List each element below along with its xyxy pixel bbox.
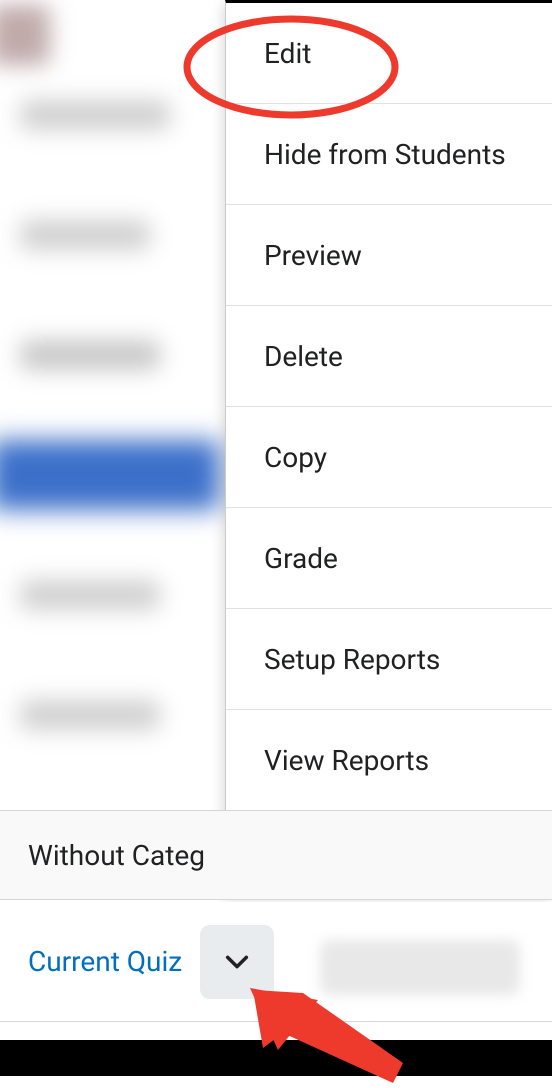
menu-item-label: Copy bbox=[264, 441, 327, 474]
menu-item-label: View Reports bbox=[264, 744, 429, 777]
quiz-link[interactable]: Current Quiz bbox=[28, 945, 182, 978]
category-label: Without Categ bbox=[28, 839, 205, 872]
bottom-bar bbox=[0, 1040, 552, 1076]
menu-item-delete[interactable]: Delete bbox=[226, 306, 552, 407]
blurred-content bbox=[320, 940, 520, 995]
chevron-down-icon bbox=[223, 948, 251, 976]
menu-item-hide-from-students[interactable]: Hide from Students bbox=[226, 104, 552, 205]
menu-item-label: Edit bbox=[264, 37, 311, 70]
menu-item-label: Preview bbox=[264, 239, 362, 272]
menu-item-setup-reports[interactable]: Setup Reports bbox=[226, 609, 552, 710]
menu-item-label: Delete bbox=[264, 340, 343, 373]
menu-item-copy[interactable]: Copy bbox=[226, 407, 552, 508]
menu-item-view-reports[interactable]: View Reports bbox=[226, 710, 552, 811]
category-header-row: Without Categ bbox=[0, 810, 552, 900]
blurred-background bbox=[0, 0, 225, 810]
menu-item-grade[interactable]: Grade bbox=[226, 508, 552, 609]
quiz-actions-dropdown: Edit Hide from Students Preview Delete C… bbox=[225, 0, 552, 895]
menu-item-label: Grade bbox=[264, 542, 338, 575]
quiz-actions-toggle[interactable] bbox=[200, 925, 274, 999]
menu-item-label: Setup Reports bbox=[264, 643, 440, 676]
menu-item-edit[interactable]: Edit bbox=[226, 3, 552, 104]
menu-item-preview[interactable]: Preview bbox=[226, 205, 552, 306]
menu-item-label: Hide from Students bbox=[264, 138, 506, 171]
